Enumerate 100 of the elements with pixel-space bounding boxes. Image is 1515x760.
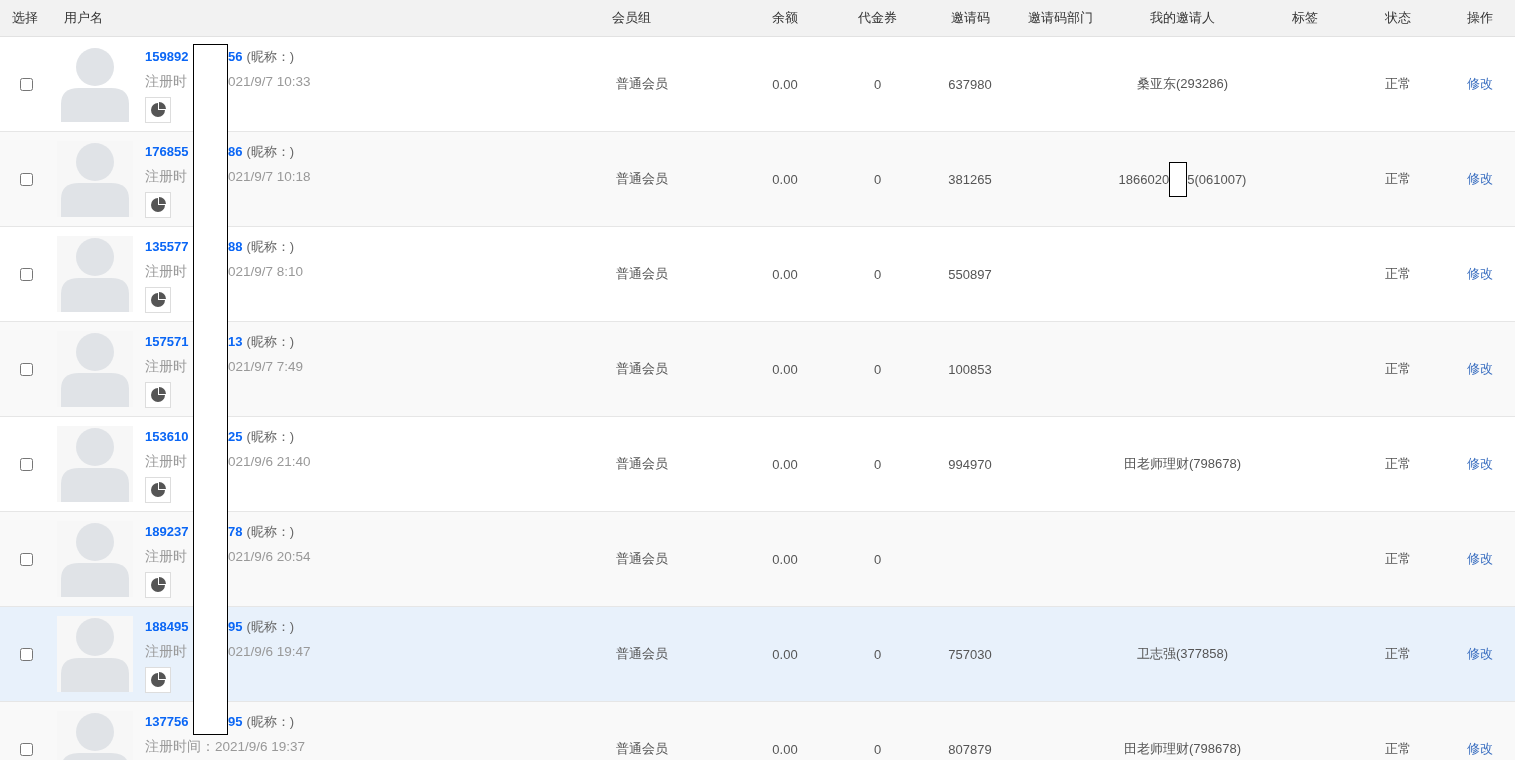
row-checkbox[interactable] (20, 647, 33, 661)
pie-chart-button[interactable] (145, 477, 171, 503)
inviter: 卫志强(377858) (1136, 645, 1228, 663)
username[interactable]: 88 (228, 239, 243, 254)
nickname: (昵称：) (246, 142, 295, 161)
edit-link[interactable]: 修改 (1467, 645, 1493, 663)
nickname: (昵称：) (246, 47, 295, 66)
invite-code: 637980 (948, 76, 992, 92)
avatar-icon (57, 236, 133, 312)
username[interactable]: 159892 (145, 49, 192, 64)
status: 正常 (1384, 75, 1411, 93)
row-checkbox[interactable] (20, 552, 33, 566)
registration-label: 注册时 (145, 262, 188, 281)
column-header: 邀请码 (950, 9, 990, 27)
row-checkbox[interactable] (20, 362, 33, 376)
member-group: 普通会员 (600, 265, 668, 283)
pie-chart-button[interactable] (145, 667, 171, 693)
balance: 0.00 (772, 76, 798, 92)
voucher-count: 0 (873, 266, 882, 282)
registration-label: 注册时 (145, 547, 188, 566)
username[interactable]: 86 (228, 144, 243, 159)
username[interactable]: 153610 (145, 429, 192, 444)
balance: 0.00 (772, 456, 798, 472)
nickname: (昵称：) (246, 237, 295, 256)
invite-code: 994970 (948, 456, 992, 472)
username[interactable]: 95 (228, 619, 243, 634)
voucher-count: 0 (873, 76, 882, 92)
column-header: 我的邀请人 (1150, 9, 1215, 27)
voucher-count: 0 (873, 361, 882, 377)
column-header: 状态 (1384, 9, 1411, 27)
username[interactable]: 95 (228, 714, 243, 729)
username[interactable]: 137756 (145, 714, 192, 729)
status: 正常 (1384, 265, 1411, 283)
username[interactable]: 188495 (145, 619, 192, 634)
row-checkbox[interactable] (20, 267, 33, 281)
inviter: 1866020 (1118, 171, 1170, 187)
edit-link[interactable]: 修改 (1467, 455, 1493, 473)
edit-link[interactable]: 修改 (1467, 360, 1493, 378)
row-checkbox[interactable] (20, 742, 33, 756)
username[interactable]: 56 (228, 49, 243, 64)
pie-chart-button[interactable] (145, 97, 171, 123)
edit-link[interactable]: 修改 (1467, 740, 1493, 758)
pie-chart-icon (150, 292, 166, 308)
nickname: (昵称：) (246, 522, 295, 541)
member-group: 普通会员 (600, 360, 668, 378)
username[interactable]: 189237 (145, 524, 192, 539)
status: 正常 (1384, 360, 1411, 378)
registration-time: 021/9/7 7:49 (228, 359, 305, 374)
balance: 0.00 (772, 741, 798, 757)
invite-code: 381265 (948, 171, 992, 187)
balance: 0.00 (772, 361, 798, 377)
voucher-count: 0 (873, 551, 882, 567)
pie-chart-icon (150, 387, 166, 403)
username[interactable]: 176855 (145, 144, 192, 159)
edit-link[interactable]: 修改 (1467, 265, 1493, 283)
redaction-box (1169, 161, 1188, 197)
pie-chart-icon (150, 577, 166, 593)
status: 正常 (1384, 645, 1411, 663)
inviter: 田老师理财(798678) (1123, 740, 1241, 758)
edit-link[interactable]: 修改 (1467, 170, 1493, 188)
member-group: 普通会员 (600, 170, 668, 188)
registration-time: 注册时间：2021/9/6 19:37 (145, 737, 306, 756)
username[interactable]: 25 (228, 429, 243, 444)
member-group: 普通会员 (600, 455, 668, 473)
username[interactable]: 13 (228, 334, 243, 349)
column-header: 用户名 (63, 9, 103, 27)
nickname: (昵称：) (246, 427, 295, 446)
balance: 0.00 (772, 551, 798, 567)
voucher-count: 0 (873, 456, 882, 472)
balance: 0.00 (772, 646, 798, 662)
status: 正常 (1384, 740, 1411, 758)
status: 正常 (1384, 455, 1411, 473)
column-header: 代金券 (858, 9, 897, 27)
pie-chart-button[interactable] (145, 572, 171, 598)
inviter: 5(061007) (1187, 171, 1247, 187)
edit-link[interactable]: 修改 (1467, 75, 1493, 93)
voucher-count: 0 (873, 171, 882, 187)
pie-chart-button[interactable] (145, 192, 171, 218)
pie-chart-button[interactable] (145, 287, 171, 313)
row-checkbox[interactable] (20, 77, 33, 91)
member-group: 普通会员 (600, 550, 668, 568)
inviter: 田老师理财(798678) (1123, 455, 1241, 473)
column-header: 选择 (11, 9, 38, 27)
member-group: 普通会员 (600, 75, 668, 93)
registration-time: 021/9/6 19:47 (228, 644, 312, 659)
pie-chart-icon (150, 102, 166, 118)
username[interactable]: 135577 (145, 239, 192, 254)
edit-link[interactable]: 修改 (1467, 550, 1493, 568)
nickname: (昵称：) (246, 332, 295, 351)
pie-chart-icon (150, 482, 166, 498)
column-header: 标签 (1292, 9, 1318, 27)
username[interactable]: 78 (228, 524, 243, 539)
row-checkbox[interactable] (20, 172, 33, 186)
column-header: 会员组 (611, 9, 651, 27)
registration-label: 注册时 (145, 357, 188, 376)
username[interactable]: 157571 (145, 334, 192, 349)
row-checkbox[interactable] (20, 457, 33, 471)
registration-time: 021/9/7 10:18 (228, 169, 312, 184)
balance: 0.00 (772, 266, 798, 282)
pie-chart-button[interactable] (145, 382, 171, 408)
